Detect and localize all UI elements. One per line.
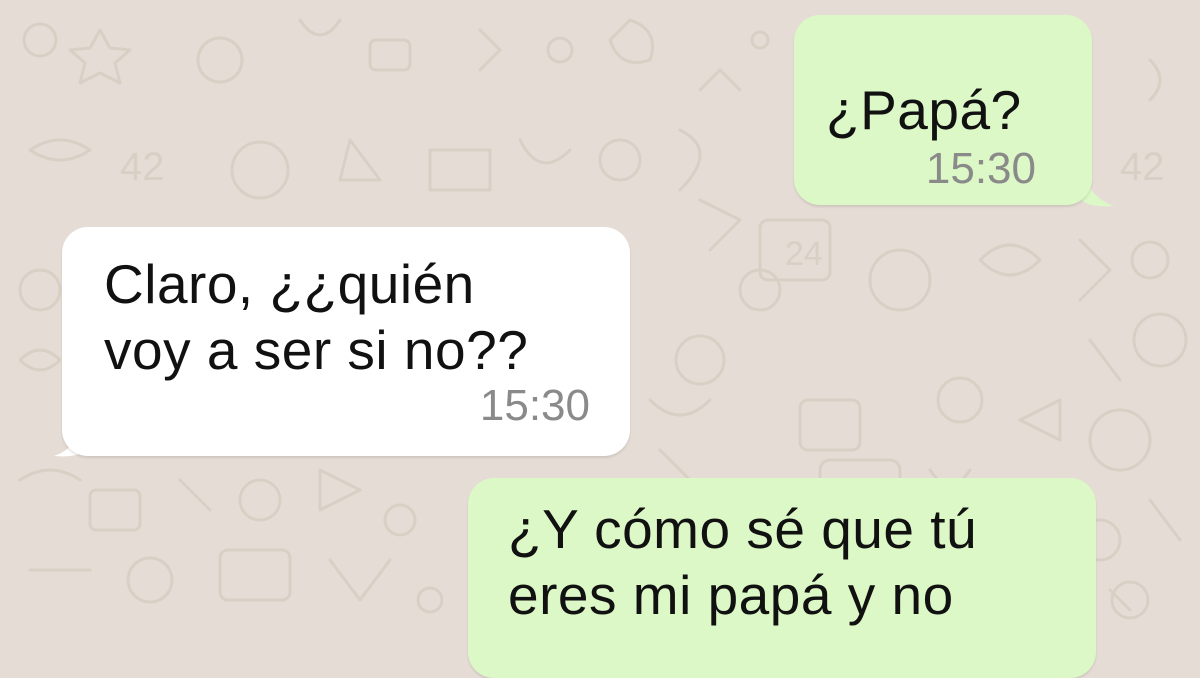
message-timestamp: 15:30 xyxy=(479,381,590,430)
message-text: ¿Y cómo sé que tú eres mi papá y no xyxy=(508,496,977,628)
message-text-line: Claro, ¿¿quién xyxy=(104,253,475,315)
outgoing-message-bubble[interactable]: ¿Papá? 15:30 xyxy=(794,15,1092,205)
message-text-line: ¿Papá? xyxy=(826,79,1022,141)
message-text-line: voy a ser si no?? xyxy=(104,319,529,381)
message-text-line: ¿Y cómo sé que tú xyxy=(508,498,978,560)
message-timestamp: 15:30 xyxy=(925,144,1036,193)
svg-text:42: 42 xyxy=(120,145,165,189)
incoming-message-bubble[interactable]: Claro, ¿¿quién voy a ser si no?? 15:30 xyxy=(62,227,630,456)
message-text: ¿Papá? xyxy=(826,77,1022,143)
svg-text:24: 24 xyxy=(785,235,823,273)
message-text: Claro, ¿¿quién voy a ser si no?? xyxy=(104,251,528,383)
message-text-line: eres mi papá y no xyxy=(508,564,954,626)
outgoing-message-bubble[interactable]: ¿Y cómo sé que tú eres mi papá y no xyxy=(468,478,1096,678)
svg-text:42: 42 xyxy=(1120,145,1165,189)
